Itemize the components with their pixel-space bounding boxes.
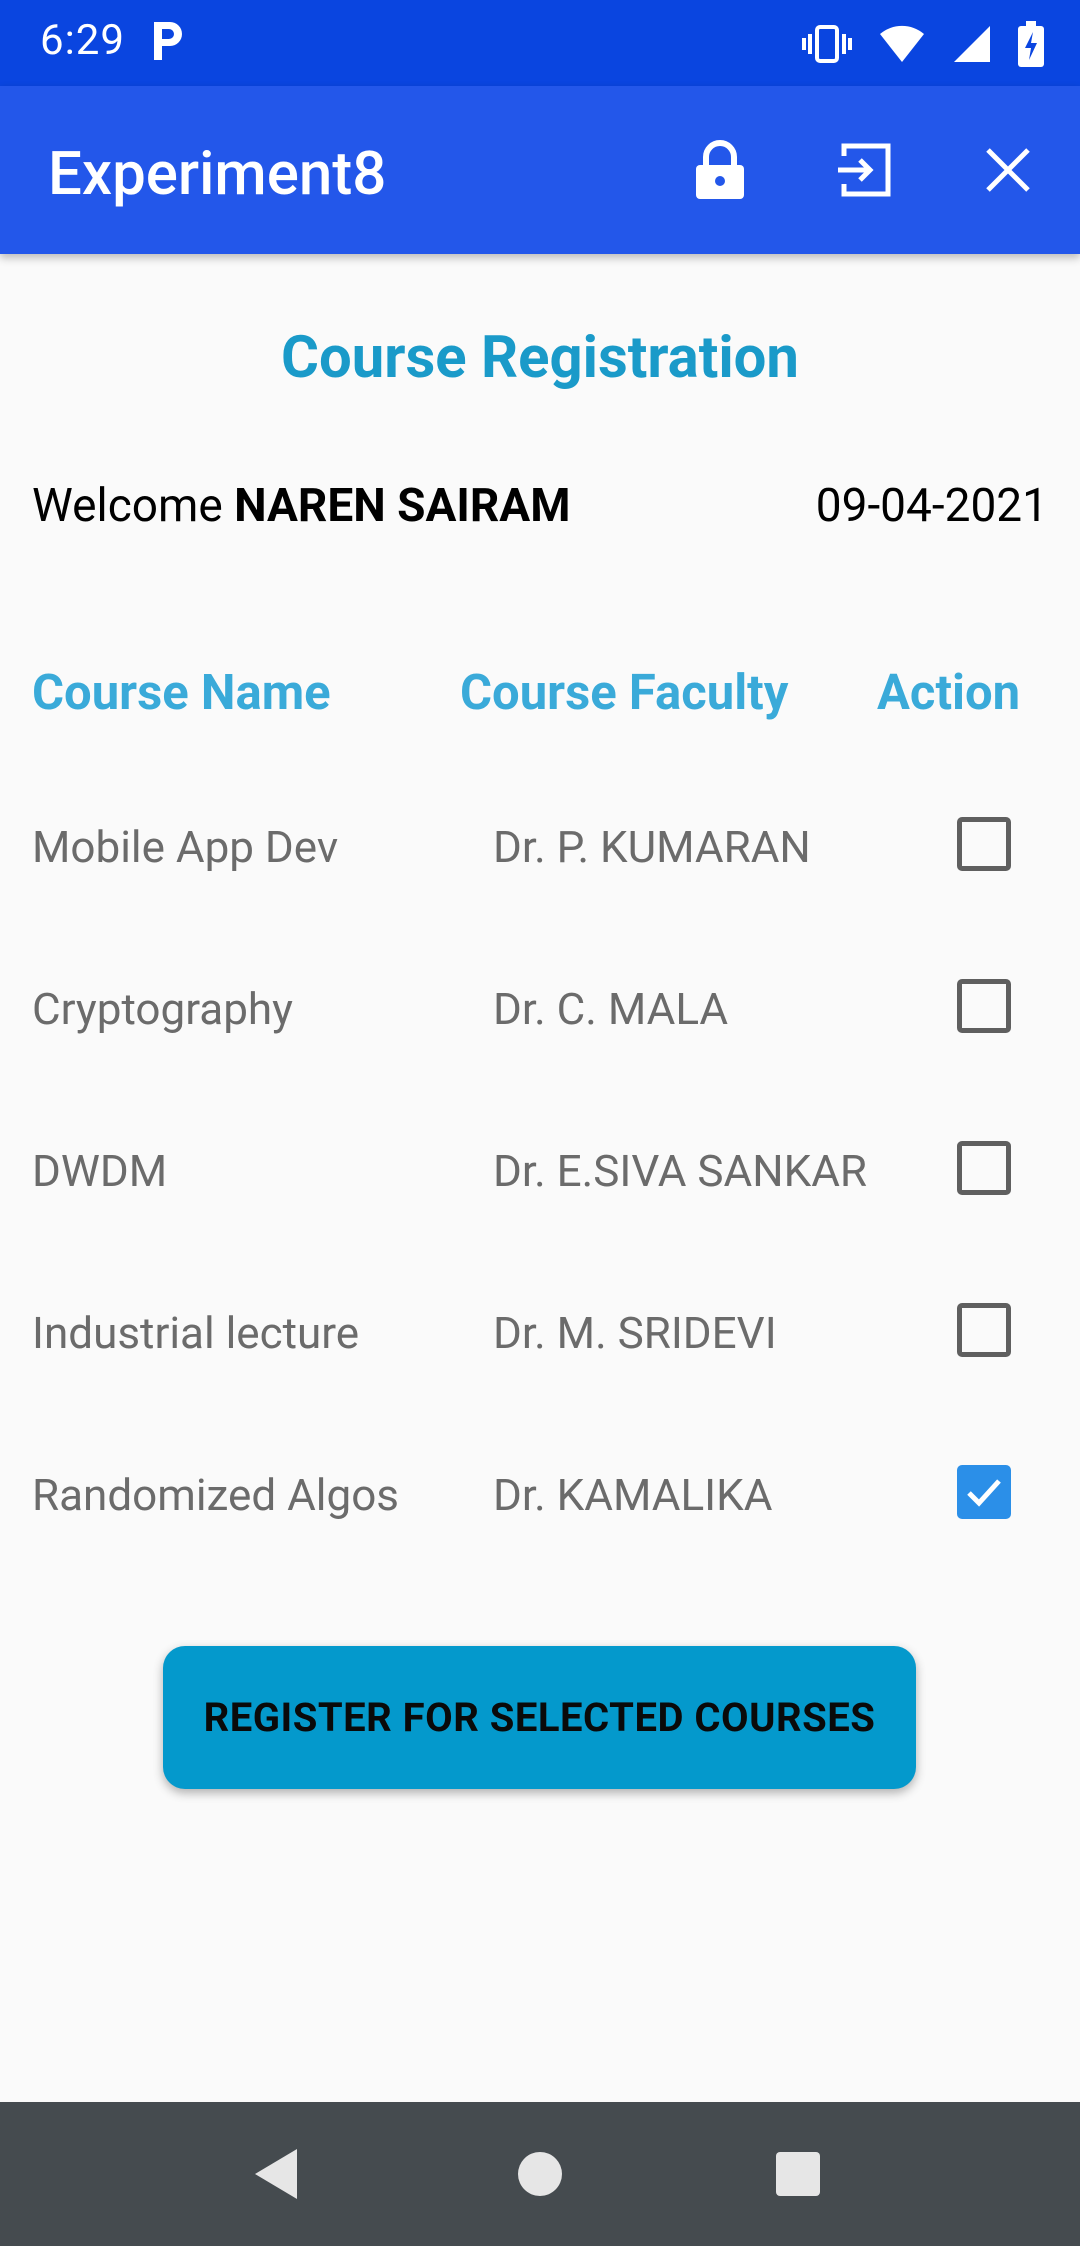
cell-signal-icon bbox=[954, 26, 990, 62]
header-course-faculty: Course Faculty bbox=[460, 664, 789, 721]
table-row: Cryptography Dr. C. MALA bbox=[0, 947, 1080, 1067]
course-faculty: Dr. E.SIVA SANKAR bbox=[493, 1145, 868, 1197]
status-bar: 6:29 bbox=[0, 0, 1080, 86]
app-bar: Experiment8 bbox=[0, 86, 1080, 254]
back-triangle-icon bbox=[255, 2149, 297, 2199]
parking-p-icon bbox=[154, 22, 182, 60]
welcome-prefix: Welcome bbox=[32, 479, 235, 533]
welcome-text: Welcome NAREN SAIRAM bbox=[32, 479, 571, 533]
back-button[interactable] bbox=[246, 2144, 306, 2204]
wifi-icon bbox=[880, 25, 924, 62]
course-checkbox[interactable] bbox=[957, 1141, 1011, 1195]
course-name: Mobile App Dev bbox=[32, 821, 339, 873]
close-button[interactable] bbox=[976, 138, 1040, 202]
course-faculty: Dr. KAMALIKA bbox=[493, 1469, 773, 1521]
course-name: Randomized Algos bbox=[32, 1469, 399, 1521]
checkmark-icon bbox=[967, 1479, 1001, 1507]
table-row: Randomized Algos Dr. KAMALIKA bbox=[0, 1433, 1080, 1553]
table-row: Mobile App Dev Dr. P. KUMARAN bbox=[0, 785, 1080, 905]
course-checkbox[interactable] bbox=[957, 979, 1011, 1033]
header-action: Action bbox=[877, 664, 1021, 721]
page-title: Course Registration bbox=[281, 324, 799, 392]
recents-button[interactable] bbox=[768, 2144, 828, 2204]
close-icon bbox=[986, 148, 1030, 192]
battery-charging-icon bbox=[1018, 21, 1044, 67]
logout-button[interactable] bbox=[832, 138, 896, 202]
exit-icon bbox=[838, 143, 891, 197]
table-row: Industrial lecture Dr. M. SRIDEVI bbox=[0, 1271, 1080, 1391]
course-faculty: Dr. M. SRIDEVI bbox=[493, 1307, 777, 1359]
course-name: DWDM bbox=[32, 1145, 168, 1197]
course-checkbox[interactable] bbox=[957, 1303, 1011, 1357]
vibrate-icon bbox=[802, 25, 852, 63]
course-faculty: Dr. C. MALA bbox=[493, 983, 729, 1035]
register-button[interactable]: REGISTER FOR SELECTED COURSES bbox=[163, 1646, 916, 1789]
header-course-name: Course Name bbox=[32, 664, 331, 721]
course-faculty: Dr. P. KUMARAN bbox=[493, 821, 811, 873]
home-circle-icon bbox=[518, 2152, 562, 2196]
date-text: 09-04-2021 bbox=[815, 479, 1048, 533]
status-time: 6:29 bbox=[40, 16, 125, 65]
course-name: Cryptography bbox=[32, 983, 293, 1035]
lock-button[interactable] bbox=[688, 138, 752, 202]
user-name: NAREN SAIRAM bbox=[234, 479, 571, 533]
table-row: DWDM Dr. E.SIVA SANKAR bbox=[0, 1109, 1080, 1229]
course-name: Industrial lecture bbox=[32, 1307, 360, 1359]
navigation-bar bbox=[0, 2102, 1080, 2246]
home-button[interactable] bbox=[510, 2144, 570, 2204]
app-title: Experiment8 bbox=[48, 138, 387, 209]
lock-icon bbox=[696, 140, 744, 199]
course-checkbox[interactable] bbox=[957, 817, 1011, 871]
recents-square-icon bbox=[776, 2152, 820, 2196]
course-checkbox-checked[interactable] bbox=[957, 1465, 1011, 1519]
